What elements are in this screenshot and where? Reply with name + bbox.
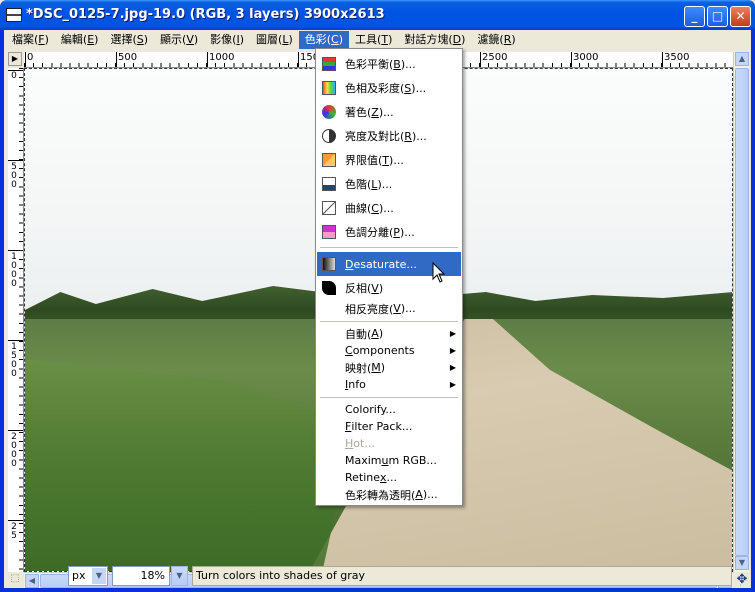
menu-item-components[interactable]: Components ▶ (317, 342, 461, 359)
ruler-label: 2500 (482, 52, 508, 63)
menu-item-curves[interactable]: 曲線(C)... (317, 196, 461, 220)
colorize-icon (321, 104, 337, 120)
submenu-arrow-icon: ▶ (449, 346, 456, 355)
menu-item-brightness-contrast[interactable]: 亮度及對比(R)... (317, 124, 461, 148)
ruler-label: 3000 (573, 52, 599, 63)
menu-item-levels[interactable]: 色階(L)... (317, 172, 461, 196)
menu-select[interactable]: 選擇(S) (104, 31, 154, 49)
vertical-scroll-thumb[interactable] (735, 68, 749, 556)
ruler-tick (8, 340, 23, 341)
menu-dialogs[interactable]: 對話方塊(D) (398, 31, 471, 49)
brightness-contrast-icon (321, 128, 337, 144)
ruler-label: 3500 (664, 52, 690, 63)
menu-item-hot: Hot... (345, 437, 375, 450)
ruler-label: 25 (11, 522, 17, 541)
menu-item-threshold[interactable]: 界限值(T)... (317, 148, 461, 172)
levels-icon (321, 176, 337, 192)
menu-item-posterize[interactable]: 色調分離(P)... (317, 220, 461, 244)
menu-bar: 檔案(F) 編輯(E) 選擇(S) 顯示(V) 影像(I) 圖層(L) 色彩(C… (4, 30, 751, 50)
ruler-tick (8, 430, 23, 431)
unit-value: px (72, 569, 86, 582)
ruler-label: 2000 (11, 432, 17, 469)
ruler-label: 0 (11, 71, 17, 81)
hue-saturation-icon (321, 80, 337, 96)
submenu-arrow-icon: ▶ (449, 329, 456, 338)
unit-selector[interactable]: px ▼ (68, 566, 108, 586)
menu-arrow-button[interactable]: ▶ (8, 52, 22, 66)
vertical-scrollbar[interactable]: ▲ ▼ (733, 52, 749, 572)
menu-item-color-to-alpha[interactable]: 色彩轉為透明(A)... (317, 486, 461, 503)
ruler-label: 1000 (209, 52, 235, 63)
menu-item-value-invert[interactable]: 相反亮度(V)... (317, 300, 461, 317)
ruler-tick (8, 250, 23, 251)
mouse-pointer-icon (432, 262, 446, 283)
status-message: Turn colors into shades of gray (192, 566, 732, 586)
menu-file[interactable]: 檔案(F) (6, 31, 55, 49)
maximize-button[interactable]: □ (707, 6, 728, 27)
desaturate-icon (321, 256, 337, 272)
minimize-button[interactable]: _ (684, 6, 705, 27)
ruler-label: 500 (118, 52, 138, 63)
resize-grip-icon[interactable]: ⋰ (739, 578, 751, 590)
menu-separator (320, 397, 458, 398)
close-button[interactable]: ✕ (730, 6, 751, 27)
menu-item-colorify[interactable]: Colorify... (317, 401, 461, 418)
menu-item-map[interactable]: 映射(M) ▶ (317, 359, 461, 376)
app-window: *DSC_0125-7.jpg-19.0 (RGB, 3 layers) 390… (0, 0, 755, 592)
threshold-icon (321, 152, 337, 168)
scroll-up-button[interactable]: ▲ (735, 52, 749, 66)
posterize-icon (321, 224, 337, 240)
menu-image[interactable]: 影像(I) (204, 31, 250, 49)
zoom-dropdown-button[interactable]: ▼ (171, 566, 188, 586)
scroll-down-button[interactable]: ▼ (735, 556, 749, 570)
gimp-app-icon[interactable] (6, 8, 22, 22)
menu-separator (320, 321, 458, 322)
quick-mask-toggle-icon[interactable]: ⬚ (8, 572, 22, 586)
menu-item-color-balance[interactable]: 色彩平衡(B)... (317, 52, 461, 76)
ruler-label: 0 (27, 52, 34, 63)
ruler-tick (8, 520, 23, 521)
window-title: *DSC_0125-7.jpg-19.0 (RGB, 3 layers) 390… (26, 7, 385, 22)
color-balance-icon (321, 56, 337, 72)
submenu-arrow-icon: ▶ (449, 363, 456, 372)
menu-layer[interactable]: 圖層(L) (250, 31, 299, 49)
menu-item-retinex[interactable]: Retine x... (317, 469, 461, 486)
menu-item-colorize[interactable]: 著色(Z)... (317, 100, 461, 124)
menu-item-hue-saturation[interactable]: 色相及彩度(S)... (317, 76, 461, 100)
menu-item-filter-pack[interactable]: Filter Pack... (317, 418, 461, 435)
curves-icon (321, 200, 337, 216)
menu-tools[interactable]: 工具(T) (349, 31, 398, 49)
menu-item-maximum-rgb[interactable]: Maxim u m RGB... (317, 452, 461, 469)
ruler-label: 1000 (11, 252, 17, 289)
scroll-left-button[interactable]: ◀ (25, 574, 39, 588)
vertical-ruler[interactable]: 0 500 1000 1500 2000 25 (8, 68, 24, 572)
title-bar[interactable]: *DSC_0125-7.jpg-19.0 (RGB, 3 layers) 390… (0, 0, 755, 30)
chevron-down-icon: ▼ (92, 568, 106, 584)
menu-edit[interactable]: 編輯(E) (55, 31, 105, 49)
ruler-tick (8, 160, 23, 161)
submenu-arrow-icon: ▶ (449, 380, 456, 389)
menu-colors[interactable]: 色彩(C) (298, 31, 350, 49)
ruler-label: 500 (11, 162, 17, 190)
menu-item-auto[interactable]: 自動(A) ▶ (317, 325, 461, 342)
menu-filters[interactable]: 濾鏡(R) (471, 31, 521, 49)
ruler-label: 1500 (11, 342, 17, 379)
menu-item-info[interactable]: Info ▶ (317, 376, 461, 393)
invert-icon (321, 280, 337, 296)
menu-separator (320, 247, 458, 248)
menu-view[interactable]: 顯示(V) (154, 31, 204, 49)
zoom-input[interactable]: 18% (112, 566, 170, 586)
